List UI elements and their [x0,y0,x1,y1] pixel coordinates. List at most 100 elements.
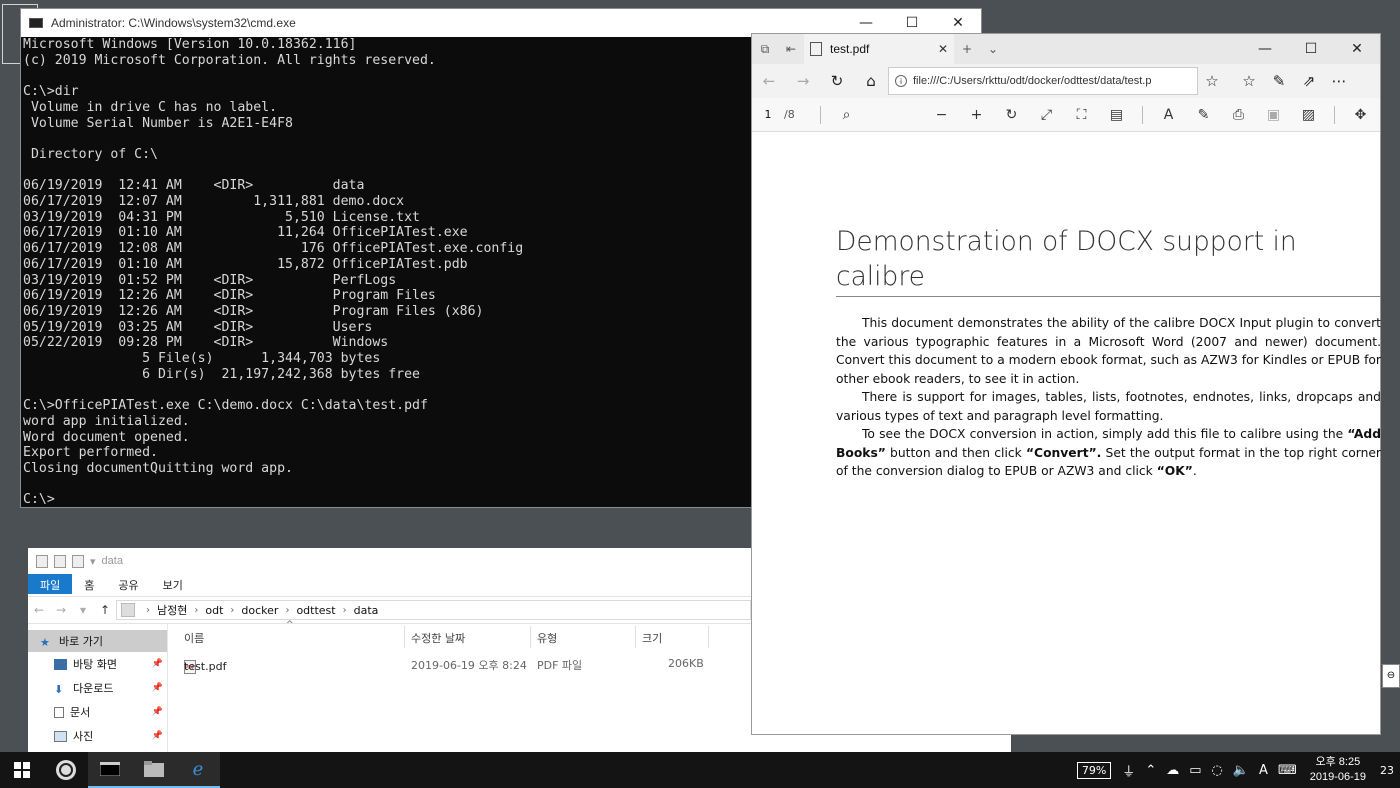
nav-item-documents[interactable]: 문서 📌 [28,700,167,724]
start-button[interactable] [0,752,44,788]
title-rule [836,296,1381,297]
column-header-modified[interactable]: 수정한 날짜 [411,630,465,646]
file-type: PDF 파일 [537,659,583,672]
properties-icon[interactable] [36,554,48,568]
back-arrow-icon[interactable]: ← [28,603,50,617]
page-number-input[interactable]: 1 [752,108,784,121]
pen-icon[interactable]: ✎ [1264,72,1294,90]
paragraph: This document demonstrates the ability o… [836,316,1381,386]
star-icon: ★ [40,635,50,649]
volume-icon[interactable]: 🔈 [1228,763,1254,778]
breadcrumb-item[interactable]: data [354,604,379,617]
taskview-button[interactable] [44,752,88,788]
tab-bar: ⧉ ⇤ test.pdf ✕ + ⌄ — ☐ ✕ [752,34,1380,64]
pin-icon[interactable]: 📌 [152,731,163,741]
column-header-name[interactable]: 이름 [184,630,204,646]
folder-icon [144,761,164,777]
nav-item-downloads[interactable]: ⬇ 다운로드 📌 [28,676,167,700]
taskbar-explorer[interactable] [132,752,176,788]
share-icon[interactable]: ⇗ [1294,72,1324,90]
battery-icon[interactable]: ▭ [1184,763,1206,778]
file-size: 206KB [668,657,704,670]
page-view-icon[interactable]: ▤ [1099,107,1134,123]
new-folder-icon[interactable] [72,554,84,568]
close-tab-icon[interactable]: ✕ [938,42,948,56]
battery-indicator[interactable]: 79% [1076,761,1112,779]
taskbar: ℯ 79% ⏚ ⌃ ☁ ▭ ◌ 🔈 A ⌨ 오후 8:25 2019-06-19… [0,752,1400,788]
tab-view[interactable]: 보기 [151,574,195,594]
address-bar[interactable]: i file:///C:/Users/rkttu/odt/docker/odtt… [888,67,1198,95]
save-as-icon[interactable]: ▨ [1291,107,1326,123]
cmd-icon [100,762,120,776]
pin-icon[interactable]: 📌 [152,707,163,717]
column-header-type[interactable]: 유형 [537,630,557,646]
favorites-hub-icon[interactable]: ☆ [1234,72,1264,90]
forward-arrow-icon[interactable]: → [50,603,72,617]
tab-share[interactable]: 공유 [106,574,150,594]
side-panel-handle-icon[interactable]: ⊖ [1382,664,1400,688]
pdf-page[interactable]: Demonstration of DOCX support in calibre… [752,134,1381,734]
zoom-in-icon[interactable]: + [959,107,994,123]
info-icon[interactable]: i [895,75,907,87]
favorite-star-icon[interactable]: ☆ [1198,72,1226,90]
more-icon[interactable]: ⋯ [1324,72,1354,90]
notification-center-button[interactable]: 23 [1374,764,1400,777]
nav-item-pictures[interactable]: 사진 📌 [28,724,167,748]
clock[interactable]: 오후 8:25 2019-06-19 [1302,755,1374,785]
taskbar-cmd[interactable] [88,752,132,788]
windows-logo-icon [14,762,30,778]
desktop-icon [54,658,67,670]
close-button[interactable]: ✕ [1334,35,1380,63]
ime-indicator[interactable]: A [1254,763,1273,778]
breadcrumb-item[interactable]: odttest [296,604,335,617]
up-arrow-icon[interactable]: ↑ [94,603,116,617]
zoom-out-icon[interactable]: − [924,107,959,123]
cloud-icon[interactable]: ☁ [1161,763,1184,778]
fullscreen-icon[interactable]: ⛶ [1064,107,1099,123]
url-text: file:///C:/Users/rkttu/odt/docker/odttes… [913,75,1152,87]
breadcrumb-item[interactable]: odt [205,604,223,617]
table-row[interactable]: PDF test.pdf 2019-06-19 오후 8:24 PDF 파일 2… [168,654,728,674]
column-header-size[interactable]: 크기 [642,630,662,646]
maximize-button[interactable]: ☐ [1288,35,1334,63]
network-icon[interactable]: ◌ [1207,763,1228,778]
qat-dropdown-icon[interactable]: ▾ [90,555,96,568]
pin-icon[interactable]: 📌 [152,683,163,693]
edge-browser-window[interactable]: ⧉ ⇤ test.pdf ✕ + ⌄ — ☐ ✕ ← → ↻ ⌂ i file:… [751,33,1381,735]
back-arrow-icon[interactable]: ← [752,72,786,90]
breadcrumb[interactable]: › 남정현 › odt › docker › odttest › data [116,600,751,620]
nav-item-desktop[interactable]: 바탕 화면 📌 [28,652,167,676]
file-modified: 2019-06-19 오후 8:24 [411,659,527,672]
home-icon[interactable]: ⌂ [854,72,888,90]
set-aside-tabs-icon[interactable]: ⧉ [752,42,778,57]
recent-dropdown-icon[interactable]: ▾ [72,603,94,617]
tray-chevron-icon[interactable]: ⌃ [1140,763,1161,778]
breadcrumb-item[interactable]: docker [241,604,278,617]
edge-icon: ℯ [192,758,204,780]
new-tab-button[interactable]: + [954,42,980,56]
save-icon[interactable]: ▣ [1256,107,1291,123]
pin-toolbar-icon[interactable]: ✥ [1343,107,1378,123]
read-aloud-icon[interactable]: A [1151,107,1186,123]
taskbar-edge[interactable]: ℯ [176,752,220,788]
forward-arrow-icon[interactable]: → [786,72,820,90]
pin-icon[interactable]: 📌 [152,659,163,669]
search-icon[interactable]: ⌕ [829,107,864,123]
rotate-icon[interactable]: ↻ [994,107,1029,123]
plug-icon[interactable]: ⏚ [1117,761,1140,780]
tab-test-pdf[interactable]: test.pdf ✕ [804,34,954,64]
show-tabs-icon[interactable]: ⇤ [778,42,804,56]
draw-icon[interactable]: ✎ [1186,107,1221,123]
nav-quick-access[interactable]: ★ 바로 가기 [28,630,167,652]
tab-file[interactable]: 파일 [28,574,73,594]
tab-home[interactable]: 홈 [72,574,106,594]
refresh-icon[interactable]: ↻ [820,72,854,90]
checkbox-icon[interactable] [54,554,66,568]
minimize-button[interactable]: — [1242,35,1288,63]
print-icon[interactable]: ⎙ [1221,107,1256,123]
tab-preview-chevron-icon[interactable]: ⌄ [980,42,1006,56]
document-icon [54,706,64,718]
fit-page-icon[interactable]: ⤢ [1029,107,1064,123]
breadcrumb-item[interactable]: 남정현 [157,602,187,618]
keyboard-icon[interactable]: ⌨ [1273,763,1302,778]
